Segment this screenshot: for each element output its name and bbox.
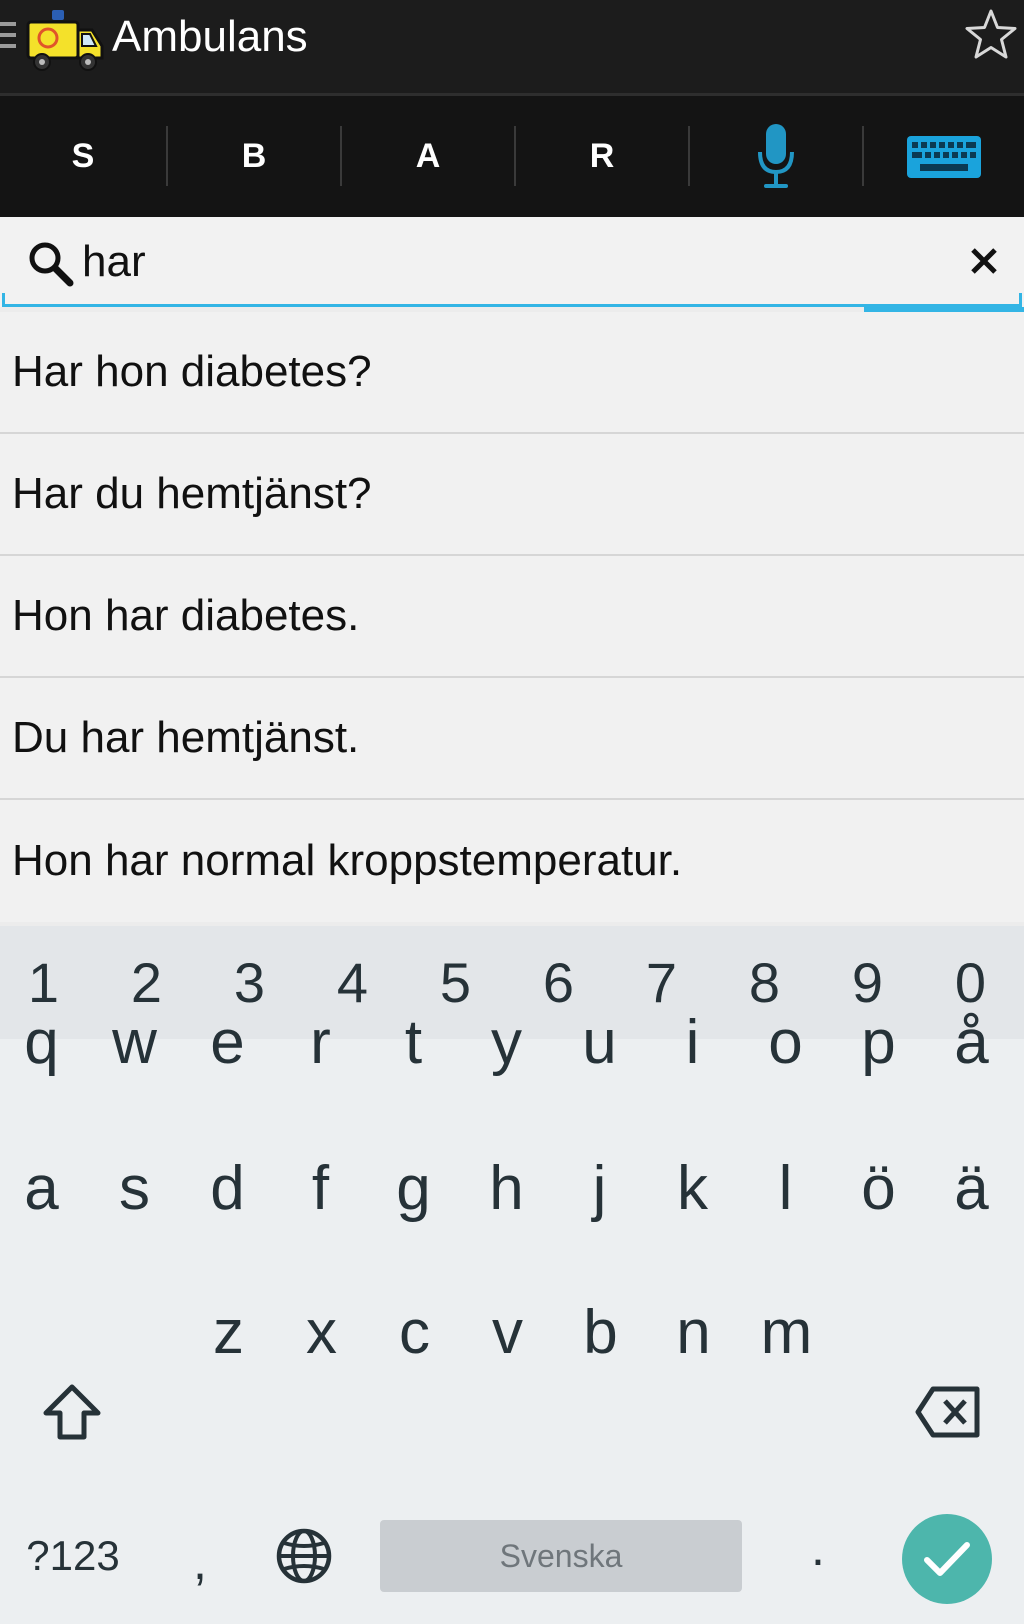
key-g[interactable]: g (367, 1138, 460, 1238)
search-bar[interactable]: har (0, 217, 1024, 307)
checkmark-icon (924, 1542, 970, 1576)
key-å[interactable]: å (925, 992, 1018, 1092)
symbols-key[interactable]: ?123 (10, 1516, 136, 1596)
key-i[interactable]: i (646, 992, 739, 1092)
key-o[interactable]: o (739, 992, 832, 1092)
keyboard-icon (907, 135, 981, 178)
list-item[interactable]: Hon har normal kroppstemperatur. (0, 800, 1024, 922)
search-underline-left (2, 293, 5, 307)
key-e[interactable]: e (181, 992, 274, 1092)
tab-microphone[interactable] (690, 96, 862, 217)
clear-search-icon[interactable] (968, 245, 1000, 277)
search-icon (29, 242, 74, 287)
key-f[interactable]: f (274, 1138, 367, 1238)
action-bar: Ambulans (0, 0, 1024, 96)
key-l[interactable]: l (739, 1138, 832, 1238)
key-t[interactable]: t (367, 992, 460, 1092)
comma-key[interactable]: , (170, 1522, 230, 1602)
key-a[interactable]: a (0, 1138, 88, 1238)
key-w[interactable]: w (88, 992, 181, 1092)
globe-icon (276, 1528, 332, 1584)
list-item[interactable]: Har hon diabetes? (0, 312, 1024, 434)
key-d[interactable]: d (181, 1138, 274, 1238)
tab-keyboard[interactable] (864, 96, 1024, 217)
language-key[interactable] (268, 1520, 340, 1592)
search-input[interactable]: har (82, 237, 146, 287)
key-n[interactable]: n (647, 1282, 740, 1382)
results-list: Har hon diabetes? Har du hemtjänst? Hon … (0, 312, 1024, 922)
list-item[interactable]: Har du hemtjänst? (0, 434, 1024, 556)
tab-s[interactable]: S (0, 96, 166, 217)
key-v[interactable]: v (461, 1282, 554, 1382)
tab-label: R (589, 137, 615, 175)
search-underline-right (1019, 293, 1022, 307)
backspace-key[interactable] (910, 1382, 986, 1442)
key-h[interactable]: h (460, 1138, 553, 1238)
enter-key[interactable] (902, 1514, 992, 1604)
favorite-star-icon[interactable] (962, 6, 1020, 64)
key-m[interactable]: m (740, 1282, 833, 1382)
key-z[interactable]: z (182, 1282, 275, 1382)
tab-a[interactable]: A (342, 96, 514, 217)
list-item[interactable]: Hon har diabetes. (0, 556, 1024, 678)
space-key[interactable]: Svenska (380, 1520, 742, 1592)
key-k[interactable]: k (646, 1138, 739, 1238)
app-title: Ambulans (112, 12, 308, 61)
tab-bar: S B A R (0, 96, 1024, 313)
shift-key[interactable] (36, 1376, 108, 1448)
key-s[interactable]: s (88, 1138, 181, 1238)
ambulance-logo-icon[interactable] (18, 4, 104, 74)
drawer-menu-icon[interactable] (0, 22, 16, 56)
tab-b[interactable]: B (168, 96, 340, 217)
search-underline (2, 304, 1022, 307)
key-b[interactable]: b (554, 1282, 647, 1382)
key-ä[interactable]: ä (925, 1138, 1018, 1238)
backspace-icon (915, 1386, 980, 1438)
key-j[interactable]: j (553, 1138, 646, 1238)
list-item[interactable]: Du har hemtjänst. (0, 678, 1024, 800)
key-q[interactable]: q (0, 992, 88, 1092)
key-r[interactable]: r (274, 992, 367, 1092)
tab-label: S (71, 137, 95, 175)
soft-keyboard: 1234567890qwertyuiopåasdfghjklöäzxcvbnm … (0, 926, 1024, 1624)
key-u[interactable]: u (553, 992, 646, 1092)
microphone-icon (758, 123, 794, 188)
key-y[interactable]: y (460, 992, 553, 1092)
tab-label: B (241, 137, 267, 175)
key-ö[interactable]: ö (832, 1138, 925, 1238)
period-key[interactable]: . (788, 1508, 848, 1588)
key-c[interactable]: c (368, 1282, 461, 1382)
tab-label: A (415, 137, 441, 175)
shift-icon (43, 1384, 101, 1440)
key-p[interactable]: p (832, 992, 925, 1092)
key-x[interactable]: x (275, 1282, 368, 1382)
tab-r[interactable]: R (516, 96, 688, 217)
